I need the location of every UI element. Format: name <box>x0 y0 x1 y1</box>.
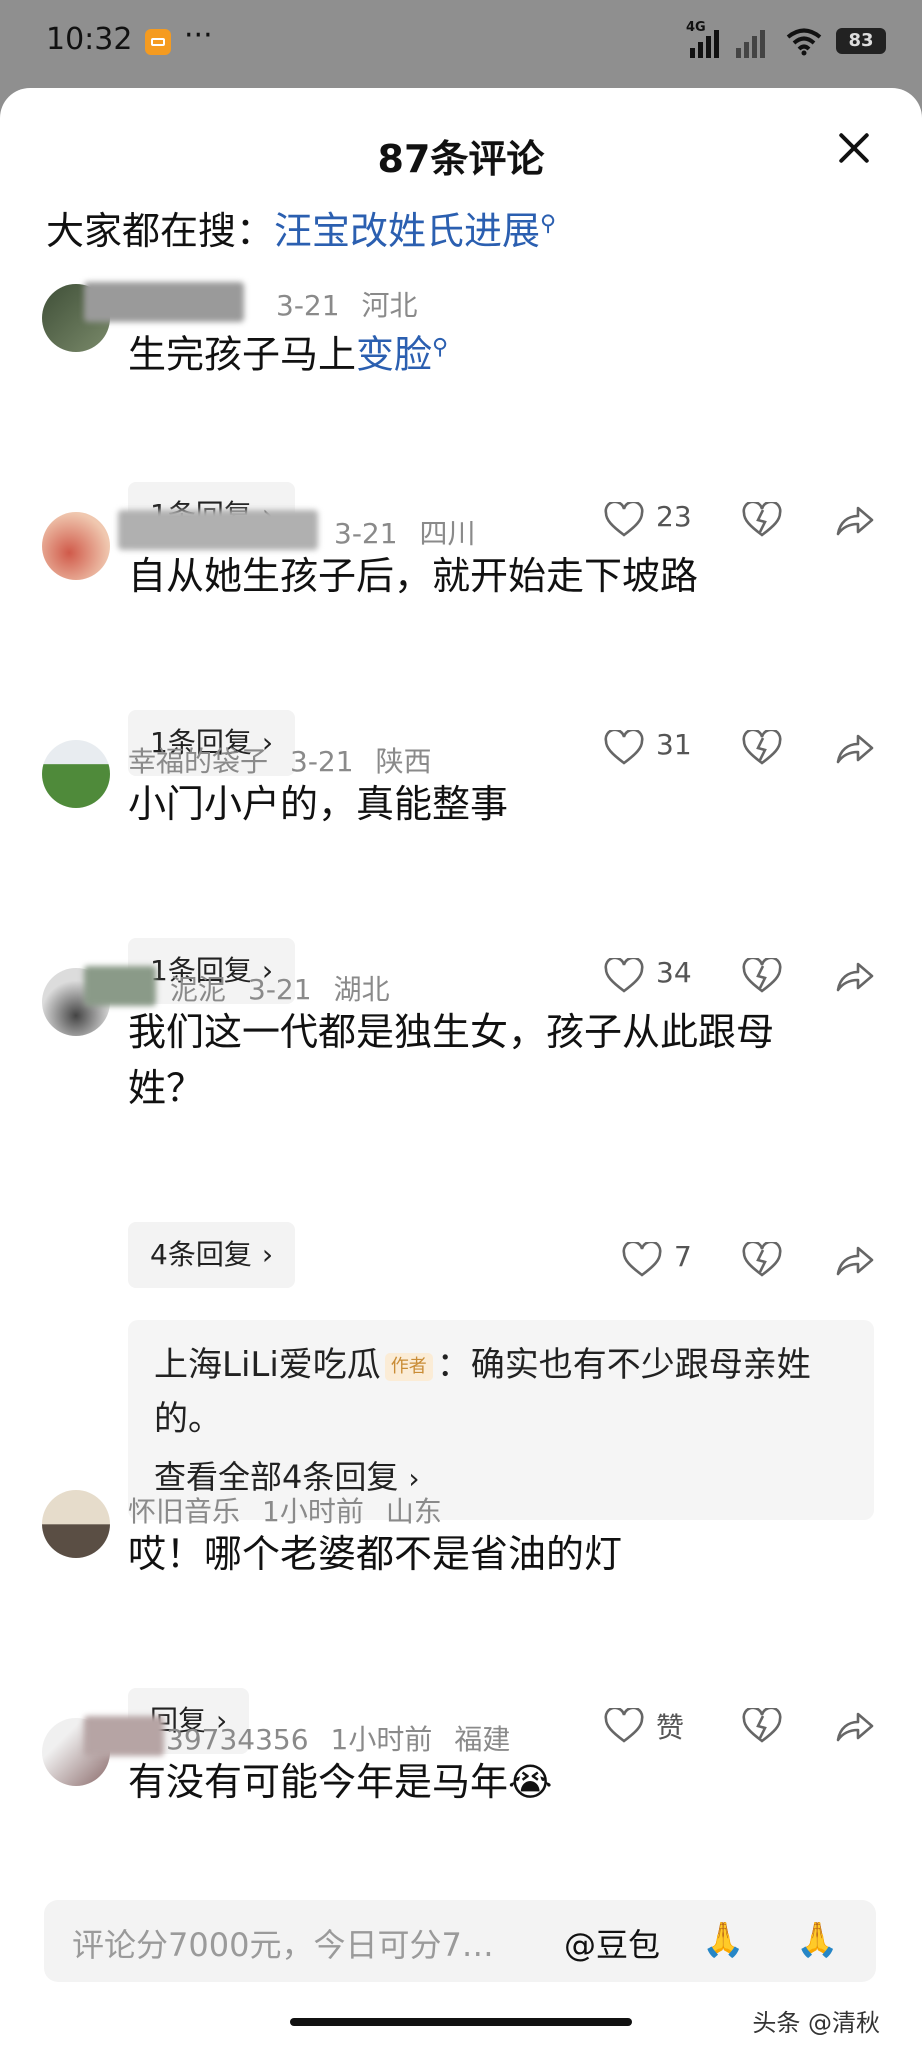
comment-input-placeholder: 评论分7000元，今日可分7… <box>72 1926 494 1964</box>
status-bar: 10:32 ··· 4G 83 <box>0 0 922 84</box>
chevron-right-icon: › <box>261 1238 274 1271</box>
nested-reply-author[interactable]: 上海LiLi爱吃瓜 <box>154 1345 381 1385</box>
comment-actions: 23 <box>600 496 890 546</box>
comment-actions: 34 <box>600 952 890 1002</box>
comment-location: 四川 <box>419 517 476 550</box>
wifi-icon <box>786 28 822 56</box>
mention-doubao-button[interactable]: @豆包 <box>564 1920 660 1966</box>
comment-text: 小门小户的，真能整事 <box>128 782 509 826</box>
pray-emoji-button[interactable]: 🙏 <box>702 1920 744 1960</box>
status-icons: 4G 83 <box>686 20 886 60</box>
dislike-icon[interactable] <box>742 730 782 766</box>
comment-meta: 怀旧音乐 1小时前 山东 <box>128 1490 442 1530</box>
trending-search-prefix: 大家都在搜： <box>46 209 275 253</box>
comment-meta: 3-21 河北 <box>254 284 418 324</box>
share-icon[interactable] <box>834 502 874 538</box>
comment-text: 哎！哪个老婆都不是省油的灯 <box>128 1532 623 1576</box>
avatar[interactable] <box>42 740 110 808</box>
comment-meta: 39734356 1小时前 福建 <box>166 1718 510 1758</box>
sheet-title: 87条评论 <box>377 137 545 181</box>
comment-text: 我们这一代都是独生女，孩子从此跟母姓？ <box>128 1010 775 1110</box>
comment-location: 湖北 <box>333 973 390 1006</box>
comment-date: 3-21 <box>290 745 354 778</box>
comment-meta: 3-21 四川 <box>334 512 476 552</box>
search-icon: ⚲ <box>540 211 557 237</box>
like-icon[interactable] <box>604 1708 644 1744</box>
search-icon: ⚲ <box>432 335 449 360</box>
comment-actions: 赞 <box>600 1702 890 1752</box>
comment-username[interactable]: 39734356 <box>166 1723 309 1756</box>
comment-date: 3-21 <box>276 289 340 322</box>
author-badge: 作者 <box>384 1352 433 1381</box>
dislike-icon[interactable] <box>742 958 782 994</box>
signal-icon <box>690 30 719 58</box>
pray-emoji-button-2[interactable]: 🙏 <box>796 1920 838 1960</box>
comment-location: 福建 <box>454 1723 511 1756</box>
comment-location: 山东 <box>385 1495 442 1528</box>
share-icon[interactable] <box>834 1242 874 1278</box>
username-redacted[interactable] <box>118 510 318 550</box>
trending-search-row: 大家都在搜：汪宝改姓氏进展⚲ <box>46 200 556 255</box>
comment-date: 3-21 <box>334 517 398 550</box>
dislike-icon[interactable] <box>742 1708 782 1744</box>
like-count: 34 <box>656 956 692 989</box>
comment-username[interactable]: 泥泥 <box>170 973 226 1006</box>
like-count: 7 <box>674 1240 692 1273</box>
comment-search-link[interactable]: 变脸 <box>356 333 432 377</box>
avatar[interactable] <box>42 512 110 580</box>
close-button[interactable] <box>830 124 878 172</box>
comment-location: 河北 <box>361 289 418 322</box>
comment-meta: 泥泥 3-21 湖北 <box>170 968 390 1008</box>
comment-text: 生完孩子马上变脸⚲ <box>128 332 449 377</box>
comment-actions: 31 <box>600 724 890 774</box>
share-icon[interactable] <box>834 730 874 766</box>
comment-username[interactable]: 怀旧音乐 <box>128 1495 240 1528</box>
trending-search-link[interactable]: 汪宝改姓氏进展 <box>274 209 540 253</box>
battery-icon: 83 <box>836 28 886 54</box>
comment-text: 有没有可能今年是马年😭 <box>128 1760 553 1804</box>
app-notification-icon <box>145 29 171 55</box>
username-redacted[interactable] <box>84 966 156 1006</box>
dislike-icon[interactable] <box>742 502 782 538</box>
share-icon[interactable] <box>834 1708 874 1744</box>
nested-reply-text: 上海LiLi爱吃瓜 作者 ：确实也有不少跟母亲姓的。 <box>154 1338 854 1446</box>
like-icon[interactable] <box>622 1242 662 1278</box>
comment-actions: 7 <box>600 1236 890 1286</box>
view-replies-button[interactable]: 4条回复 › <box>128 1222 296 1288</box>
username-redacted[interactable] <box>84 1716 164 1756</box>
like-label: 赞 <box>656 1711 685 1744</box>
share-icon[interactable] <box>834 958 874 994</box>
like-icon[interactable] <box>604 730 644 766</box>
comment-date: 1小时前 <box>262 1495 364 1528</box>
comment-location: 陕西 <box>375 745 432 778</box>
comment-text: 自从她生孩子后，就开始走下坡路 <box>128 554 699 598</box>
comment-input[interactable]: 评论分7000元，今日可分7… @豆包 🙏 🙏 <box>44 1900 876 1982</box>
username-redacted[interactable] <box>84 282 244 322</box>
signal-2-icon <box>736 30 765 58</box>
more-notifications-icon: ··· <box>184 18 213 53</box>
home-indicator[interactable] <box>290 2018 632 2026</box>
avatar[interactable] <box>42 1490 110 1558</box>
comment-date: 3-21 <box>248 973 312 1006</box>
dislike-icon[interactable] <box>742 1242 782 1278</box>
comment-date: 1小时前 <box>330 1723 433 1756</box>
comments-sheet: 87条评论 大家都在搜：汪宝改姓氏进展⚲ 3-21河北 生完孩子马上变脸⚲ 1条… <box>0 88 922 2048</box>
comment-meta: 幸福的袋子 3-21 陕西 <box>128 740 432 780</box>
watermark: 头条 @清秋 <box>752 2009 880 2037</box>
comment-username[interactable]: 幸福的袋子 <box>128 745 268 778</box>
like-count: 23 <box>656 500 692 533</box>
status-time: 10:32 <box>46 22 133 57</box>
like-icon[interactable] <box>604 502 644 538</box>
like-count: 31 <box>656 728 692 761</box>
like-icon[interactable] <box>604 958 644 994</box>
